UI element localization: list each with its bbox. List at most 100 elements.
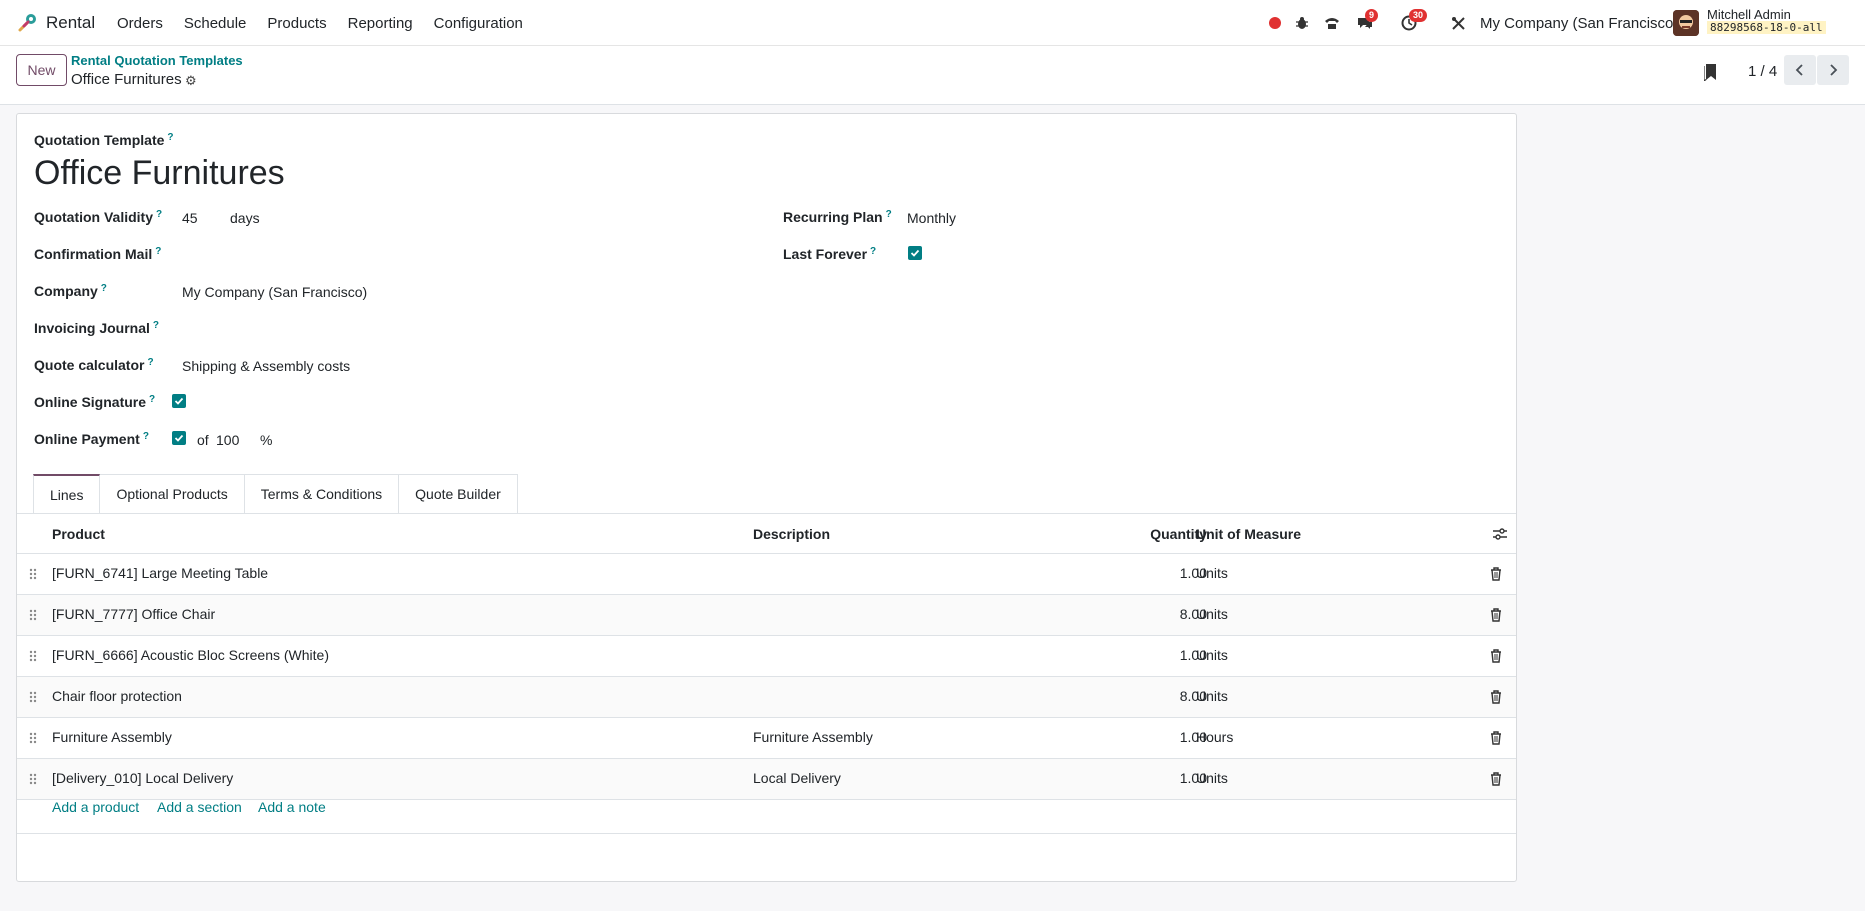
drag-handle-icon[interactable] — [29, 609, 37, 621]
company-label: Company? — [34, 283, 107, 299]
drag-handle-icon[interactable] — [29, 773, 37, 785]
company-switcher[interactable]: My Company (San Francisco) — [1480, 15, 1678, 32]
online-payment-checkbox[interactable] — [172, 431, 186, 445]
record-icon[interactable] — [1266, 14, 1284, 32]
row-description[interactable]: Furniture Assembly — [753, 729, 873, 745]
template-name-field[interactable]: Office Furnitures — [34, 154, 285, 193]
drag-handle-icon[interactable] — [29, 650, 37, 662]
row-quantity[interactable]: 1.00 — [1127, 770, 1207, 786]
column-quantity[interactable]: Quantity — [1127, 526, 1207, 542]
gear-icon[interactable]: ⚙ — [185, 73, 197, 89]
trash-icon[interactable] — [1490, 731, 1502, 745]
breadcrumb-parent[interactable]: Rental Quotation Templates — [71, 53, 243, 68]
payment-percent-input[interactable]: 100 — [216, 432, 239, 448]
user-name[interactable]: Mitchell Admin — [1707, 7, 1791, 22]
table-row[interactable]: [FURN_6666] Acoustic Bloc Screens (White… — [17, 636, 1516, 677]
new-button[interactable]: New — [16, 54, 67, 86]
row-description[interactable]: Local Delivery — [753, 770, 841, 786]
table-row[interactable]: [FURN_6741] Large Meeting Table 1.00 Uni… — [17, 554, 1516, 595]
drag-handle-icon[interactable] — [29, 691, 37, 703]
confirmation-mail-field[interactable] — [182, 246, 682, 266]
row-uom[interactable]: Units — [1196, 565, 1228, 581]
menu-schedule[interactable]: Schedule — [184, 15, 247, 32]
pager-value[interactable]: 1 / 4 — [1748, 63, 1777, 80]
table-row[interactable]: [FURN_7777] Office Chair 8.00 Units — [17, 595, 1516, 636]
main-menu: Orders Schedule Products Reporting Confi… — [117, 15, 544, 32]
check-icon — [174, 434, 184, 442]
row-uom[interactable]: Hours — [1196, 729, 1233, 745]
table-row[interactable]: Chair floor protection 8.00 Units — [17, 677, 1516, 718]
row-quantity[interactable]: 8.00 — [1127, 606, 1207, 622]
trash-icon[interactable] — [1490, 649, 1502, 663]
menu-reporting[interactable]: Reporting — [348, 15, 413, 32]
column-description[interactable]: Description — [753, 526, 830, 542]
validity-input[interactable]: 45 — [182, 210, 198, 226]
table-row[interactable]: Furniture Assembly Furniture Assembly 1.… — [17, 718, 1516, 759]
trash-icon[interactable] — [1490, 690, 1502, 704]
table-row[interactable]: [Delivery_010] Local Delivery Local Deli… — [17, 759, 1516, 800]
confirmation-mail-label: Confirmation Mail? — [34, 246, 162, 262]
recurring-plan-label: Recurring Plan? — [783, 209, 892, 225]
column-product[interactable]: Product — [52, 526, 105, 542]
tab-optional-products[interactable]: Optional Products — [100, 474, 245, 514]
drag-handle-icon[interactable] — [29, 568, 37, 580]
row-product[interactable]: [FURN_7777] Office Chair — [52, 606, 215, 622]
tools-icon[interactable] — [1449, 14, 1467, 32]
row-product[interactable]: [FURN_6741] Large Meeting Table — [52, 565, 268, 581]
drag-handle-icon[interactable] — [29, 732, 37, 744]
bookmark-icon[interactable] — [1704, 63, 1718, 81]
online-signature-checkbox[interactable] — [172, 394, 186, 408]
messages-badge: 9 — [1365, 9, 1379, 22]
trash-icon[interactable] — [1490, 608, 1502, 622]
add-note-link[interactable]: Add a note — [258, 799, 326, 815]
tab-terms-conditions[interactable]: Terms & Conditions — [244, 474, 400, 514]
recurring-plan-field[interactable]: Monthly — [907, 210, 956, 226]
rental-app-icon[interactable] — [16, 12, 38, 34]
check-icon — [910, 249, 920, 257]
row-quantity[interactable]: 8.00 — [1127, 688, 1207, 704]
row-product[interactable]: Furniture Assembly — [52, 729, 172, 745]
quote-calculator-field[interactable]: Shipping & Assembly costs — [182, 358, 350, 374]
row-product[interactable]: [Delivery_010] Local Delivery — [52, 770, 233, 786]
pager-next-button[interactable] — [1817, 55, 1849, 85]
chevron-right-icon — [1830, 64, 1838, 76]
last-forever-checkbox[interactable] — [908, 246, 922, 260]
row-uom[interactable]: Units — [1196, 688, 1228, 704]
tab-lines[interactable]: Lines — [33, 474, 101, 514]
menu-products[interactable]: Products — [267, 15, 326, 32]
activities-badge: 30 — [1409, 9, 1428, 22]
invoicing-journal-label: Invoicing Journal? — [34, 320, 160, 336]
row-quantity[interactable]: 1.00 — [1127, 729, 1207, 745]
trash-icon[interactable] — [1490, 772, 1502, 786]
add-product-link[interactable]: Add a product — [52, 799, 139, 815]
trash-icon[interactable] — [1490, 567, 1502, 581]
row-uom[interactable]: Units — [1196, 647, 1228, 663]
tab-quote-builder[interactable]: Quote Builder — [399, 474, 518, 514]
pager-previous-button[interactable] — [1784, 55, 1816, 85]
menu-orders[interactable]: Orders — [117, 15, 163, 32]
quote-calculator-label: Quote calculator? — [34, 357, 154, 373]
phone-icon[interactable] — [1323, 14, 1341, 32]
app-name[interactable]: Rental — [46, 13, 95, 33]
user-avatar[interactable] — [1673, 10, 1699, 36]
row-uom[interactable]: Units — [1196, 770, 1228, 786]
row-uom[interactable]: Units — [1196, 606, 1228, 622]
template-header-label: Quotation Template? — [34, 132, 174, 148]
invoicing-journal-field[interactable] — [182, 320, 682, 340]
row-quantity[interactable]: 1.00 — [1127, 565, 1207, 581]
column-unit-of-measure[interactable]: Unit of Measure — [1196, 526, 1301, 542]
column-settings-icon[interactable] — [1493, 528, 1507, 540]
payment-of-text: of — [197, 432, 209, 448]
row-product[interactable]: Chair floor protection — [52, 688, 182, 704]
row-product[interactable]: [FURN_6666] Acoustic Bloc Screens (White… — [52, 647, 329, 663]
row-quantity[interactable]: 1.00 — [1127, 647, 1207, 663]
company-field[interactable]: My Company (San Francisco) — [182, 284, 367, 300]
top-navbar: Rental Orders Schedule Products Reportin… — [0, 0, 1865, 46]
menu-configuration[interactable]: Configuration — [434, 15, 523, 32]
messages-icon[interactable]: 9 — [1356, 9, 1379, 32]
add-section-link[interactable]: Add a section — [157, 799, 242, 815]
control-panel: New Rental Quotation Templates Office Fu… — [0, 46, 1865, 105]
activities-icon[interactable]: 30 — [1400, 9, 1428, 32]
bug-icon[interactable] — [1293, 14, 1311, 32]
last-forever-label: Last Forever? — [783, 246, 877, 262]
